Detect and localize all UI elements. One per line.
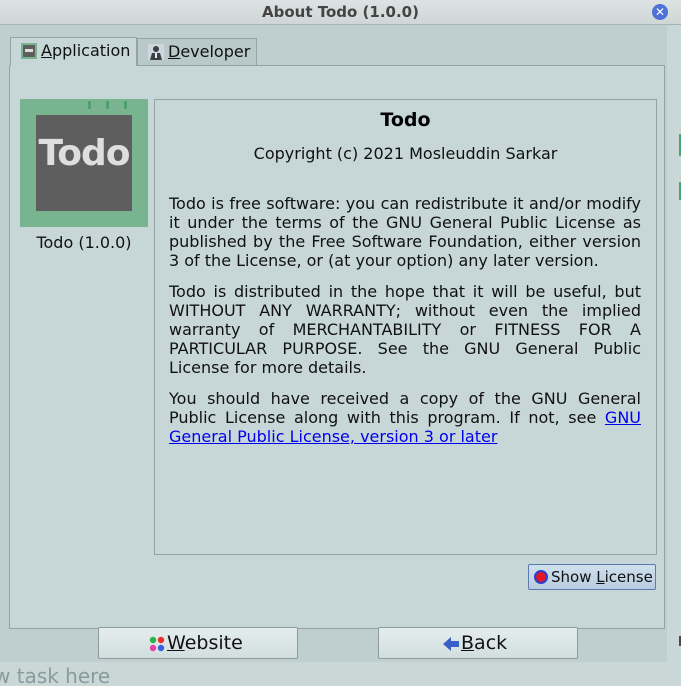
license-icon [534,570,548,584]
about-text-area[interactable]: Todo Copyright (c) 2021 Mosleuddin Sarka… [154,99,657,555]
title-bar[interactable]: About Todo (1.0.0) ✕ [0,0,681,25]
back-label: Back [461,632,508,654]
license-paragraph-2: Todo is distributed in the hope that it … [169,282,641,377]
logo-text: Todo [38,133,130,174]
show-license-label: Show License [551,568,653,586]
background-app-bottom: w task here [0,662,681,686]
website-icon [149,636,165,652]
show-license-button[interactable]: Show License [528,564,656,590]
tab-application[interactable]: Application [10,37,137,66]
app-version-caption: Todo (1.0.0) [36,233,132,252]
application-tab-panel: Todo Todo (1.0.0) Todo Copyright (c) 202… [9,65,665,629]
tab-developer[interactable]: Developer [137,38,257,65]
background-app-edge [667,24,681,686]
developer-icon [148,44,164,60]
logo-inner: Todo [36,115,132,211]
website-button[interactable]: Website [98,627,298,659]
license-paragraph-3: You should have received a copy of the G… [169,389,641,446]
copyright-text: Copyright (c) 2021 Mosleuddin Sarkar [253,144,558,163]
license-paragraph-1: Todo is free software: you can redistrib… [169,194,641,270]
tab-developer-label: Developer [168,42,251,61]
window-title: About Todo (1.0.0) [262,3,419,21]
app-logo: Todo [20,99,148,227]
about-title: Todo [380,109,431,131]
logo-decoration [88,101,127,109]
app-icon [21,43,37,59]
background-partial-text: w task here [0,664,111,686]
website-label: Website [167,632,243,654]
back-button[interactable]: Back [378,627,578,659]
close-icon[interactable]: ✕ [652,4,668,20]
tab-application-label: Application [41,41,131,60]
about-window: w task here About Todo (1.0.0) ✕ Applica… [0,0,681,686]
license-paragraph-3-text: You should have received a copy of the G… [169,389,641,427]
about-dialog: Application Developer Todo Todo (1.0.0) … [0,25,667,662]
back-arrow-icon [443,637,459,651]
